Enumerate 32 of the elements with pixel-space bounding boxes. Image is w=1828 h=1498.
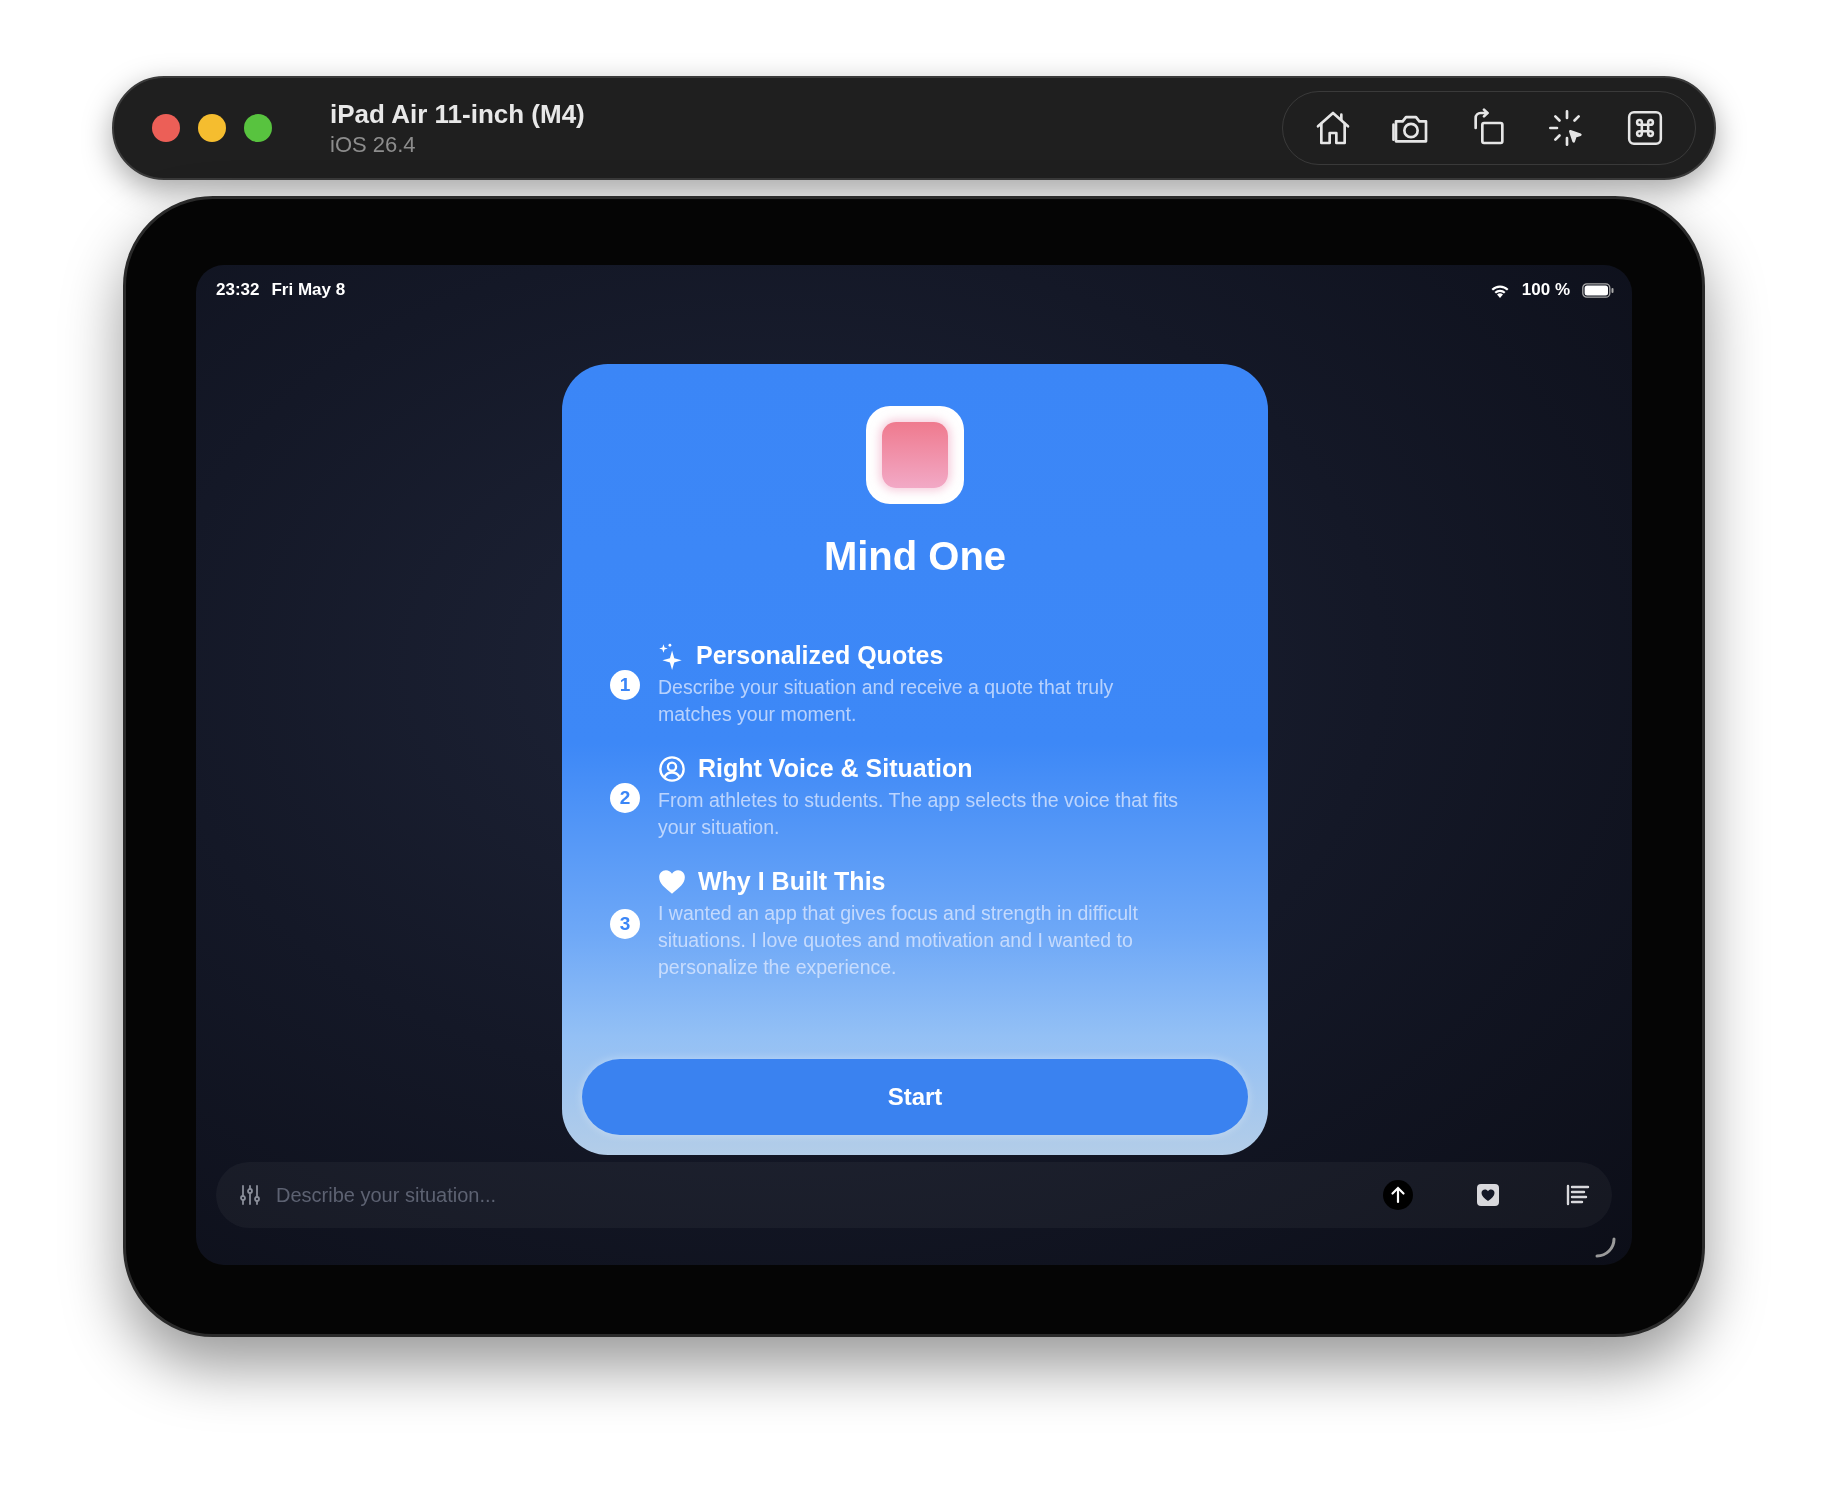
os-version: iOS 26.4 <box>330 131 417 158</box>
app-title: Mind One <box>823 534 1007 579</box>
device-name: iPad Air 11-inch (M4) <box>330 98 586 130</box>
situation-input-field[interactable]: Describe your situation... <box>274 1182 1328 1208</box>
sparkles-icon <box>658 641 684 670</box>
heart-square-icon <box>1477 1184 1499 1206</box>
app-icon <box>866 406 964 504</box>
command-icon <box>1626 109 1664 147</box>
battery-percent: 100 % <box>1521 280 1570 300</box>
feature-description: Describe your situation and receive a quote that truly matches your moment. <box>658 675 1115 727</box>
feature-title: Personalized Quotes <box>696 641 944 670</box>
feature-description: From athletes to students. The app selects the voice that fits your situation. <box>658 788 1179 840</box>
arrow-up-icon <box>1383 1180 1413 1210</box>
resize-corner-icon <box>1594 1235 1616 1258</box>
message-bar[interactable]: Describe your situation... <box>216 1162 1612 1228</box>
zoom-button[interactable] <box>244 114 272 142</box>
step-number: 1 <box>610 669 640 700</box>
start-button[interactable]: Start <box>582 1059 1248 1135</box>
status-time: 23:32 <box>216 280 260 300</box>
step-number: 3 <box>610 909 640 939</box>
person-circle-icon <box>658 754 686 783</box>
feature-title: Right Voice & Situation <box>698 754 973 783</box>
heart-icon <box>658 868 686 895</box>
list-icon <box>1566 1184 1590 1206</box>
step-number: 2 <box>610 782 640 813</box>
feature-description: I wanted an app that gives focus and strength in difficult situations. I love quotes and motivation and I wanted to personalize the experience. <box>658 901 1139 980</box>
feature-title: Why I Built This <box>698 867 886 896</box>
close-button[interactable] <box>152 114 180 142</box>
minimize-button[interactable] <box>198 114 226 142</box>
status-date: Fri May 8 <box>271 280 346 300</box>
sliders-icon[interactable] <box>238 1183 262 1207</box>
battery-icon <box>1582 282 1614 298</box>
